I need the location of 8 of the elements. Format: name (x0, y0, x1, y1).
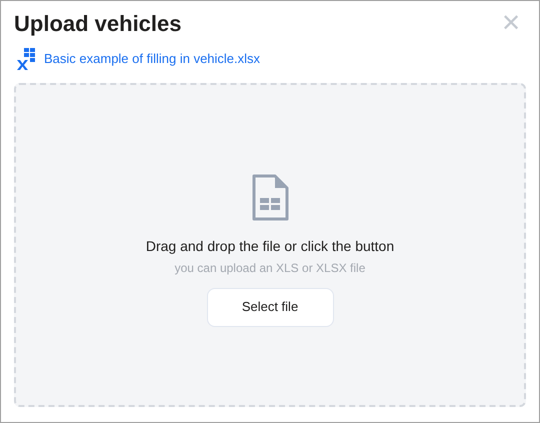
file-icon (251, 174, 289, 222)
drop-zone[interactable]: Drag and drop the file or click the button you can upload an XLS or XLSX file Select file (14, 83, 526, 407)
drop-instruction: Drag and drop the file or click the button (146, 236, 394, 256)
file-type-hint: you can upload an XLS or XLSX file (174, 260, 366, 276)
select-file-button[interactable]: Select file (206, 288, 334, 326)
dialog-title: Upload vehicles (14, 10, 182, 38)
spreadsheet-icon (16, 48, 36, 70)
example-file-link[interactable]: Basic example of filling in vehicle.xlsx (44, 49, 260, 69)
